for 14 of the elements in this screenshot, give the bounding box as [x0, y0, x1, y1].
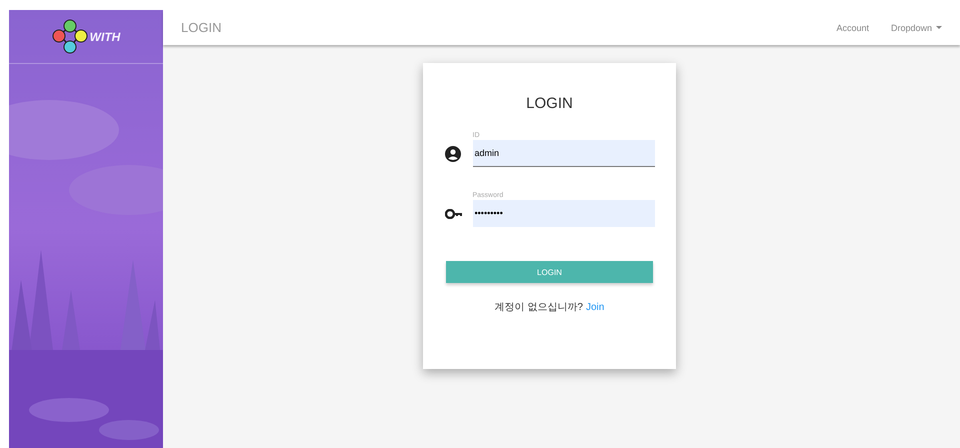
- input-field[interactable]: admin: [472, 140, 654, 167]
- join-link[interactable]: Join: [586, 302, 604, 313]
- faces-logo-icon: [52, 18, 88, 54]
- login-button[interactable]: LOGIN: [446, 261, 653, 283]
- card-title: LOGIN: [526, 95, 573, 112]
- input-field[interactable]: •••••••••: [472, 200, 654, 227]
- key-icon: [444, 208, 462, 218]
- caret-icon: [936, 26, 942, 29]
- signup-prompt: 계정이 없으십니까?: [494, 301, 583, 314]
- logo-text: WITH: [90, 30, 120, 44]
- user-icon: [444, 146, 460, 162]
- page-title: LOGIN: [181, 20, 222, 35]
- nav-link[interactable]: Account: [836, 22, 869, 32]
- dropdown-menu[interactable]: Dropdown: [890, 22, 942, 32]
